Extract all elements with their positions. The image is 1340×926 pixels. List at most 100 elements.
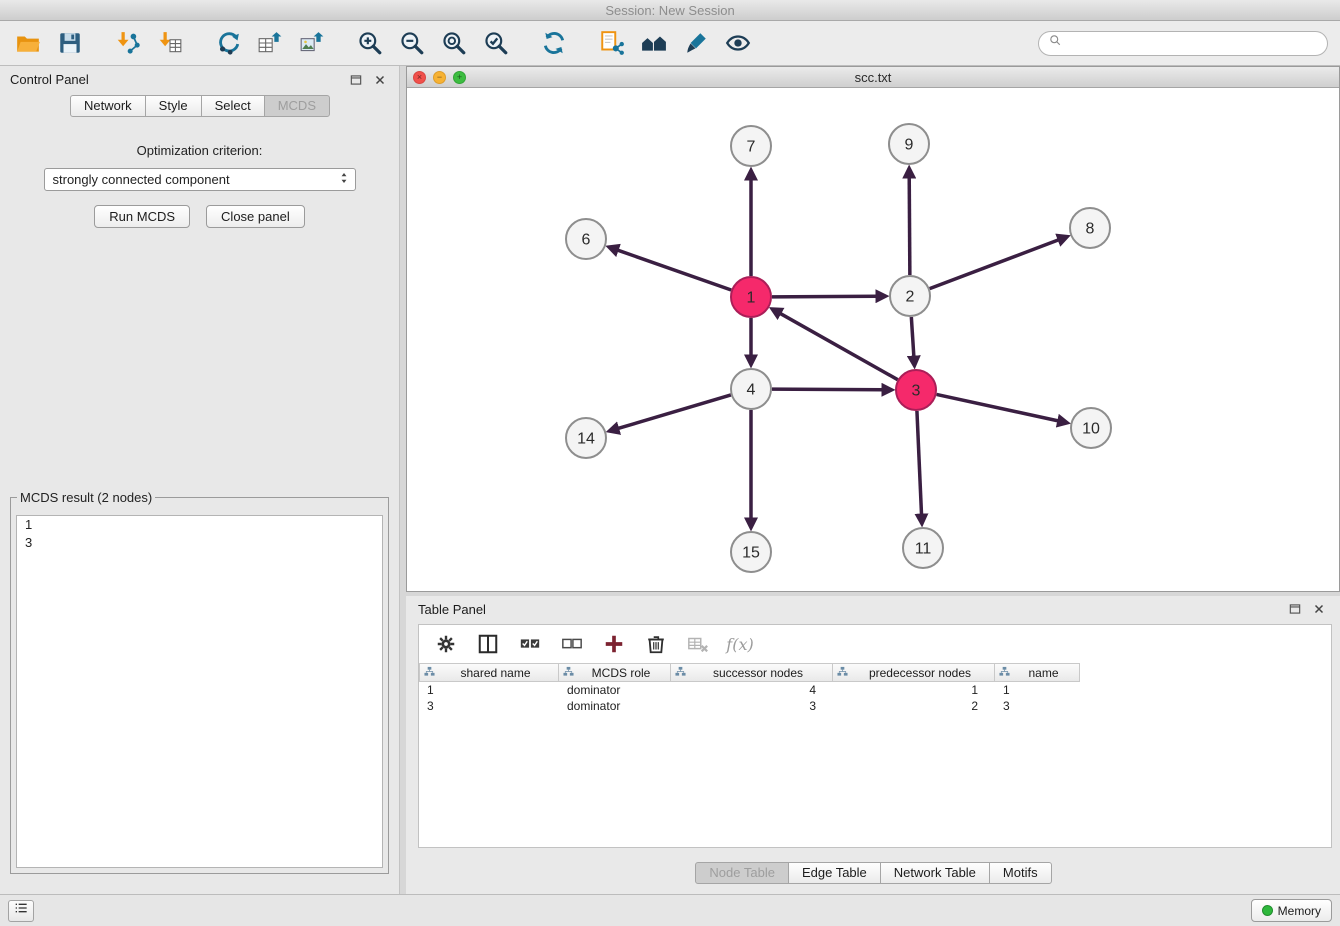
zoom-selected-button[interactable]	[480, 27, 512, 59]
graph-node-9[interactable]: 9	[889, 124, 929, 164]
delete-table-button	[685, 631, 711, 657]
import-network-button[interactable]	[112, 27, 144, 59]
apply-style-icon	[683, 30, 709, 56]
graph-node-7[interactable]: 7	[731, 126, 771, 166]
svg-text:11: 11	[915, 541, 932, 558]
zoom-out-icon	[399, 30, 425, 56]
delete-row-button[interactable]	[643, 631, 669, 657]
tab-network[interactable]: Network	[70, 95, 146, 117]
export-image-button[interactable]	[296, 27, 328, 59]
graph-node-14[interactable]: 14	[566, 418, 606, 458]
graph-node-1[interactable]: 1	[731, 277, 771, 317]
mcds-result-item[interactable]: 3	[17, 534, 382, 552]
column-header-label: shared name	[437, 666, 554, 680]
graph-node-4[interactable]: 4	[731, 369, 771, 409]
refresh-layout-button[interactable]	[538, 27, 570, 59]
graph-edge-3-11[interactable]	[917, 411, 922, 515]
close-table-panel-icon[interactable]	[1310, 600, 1328, 618]
float-panel-icon[interactable]	[347, 71, 365, 89]
graph-edge-2-8[interactable]	[930, 240, 1059, 289]
graph-node-8[interactable]: 8	[1070, 208, 1110, 248]
import-table-button[interactable]	[154, 27, 186, 59]
tab-motifs[interactable]: Motifs	[989, 862, 1052, 884]
network-canvas[interactable]: 7 9 6 8 1 2 3 4 14 10 15 11	[407, 88, 1339, 591]
graph-edge-1-6[interactable]	[617, 250, 731, 290]
main-toolbar-groups	[12, 27, 780, 59]
show-graphics-button[interactable]	[722, 27, 754, 59]
optimization-label: Optimization criterion:	[0, 143, 399, 158]
column-header-name[interactable]: name	[995, 663, 1080, 682]
minimize-window-icon[interactable]: −	[433, 71, 446, 84]
open-file-button[interactable]	[12, 27, 44, 59]
graph-edge-3-10[interactable]	[937, 394, 1059, 421]
graph-node-10[interactable]: 10	[1071, 408, 1111, 448]
graph-edge-2-3[interactable]	[911, 317, 914, 357]
mcds-result-list[interactable]: 13	[16, 515, 383, 868]
search-input[interactable]	[1067, 35, 1318, 52]
graph-edge-4-3[interactable]	[772, 389, 883, 390]
graph-edge-4-14[interactable]	[618, 395, 731, 429]
graph-edge-2-9[interactable]	[909, 177, 910, 275]
table-cell-name: 1	[995, 683, 1080, 697]
task-history-button[interactable]	[8, 900, 34, 922]
mcds-result-item[interactable]: 1	[17, 516, 382, 534]
select-all-button[interactable]	[517, 631, 543, 657]
column-header-predecessor-nodes[interactable]: predecessor nodes	[833, 663, 995, 682]
export-table-button[interactable]	[254, 27, 286, 59]
copy-style-button[interactable]	[596, 27, 628, 59]
apply-style-button[interactable]	[680, 27, 712, 59]
svg-text:3: 3	[912, 383, 921, 400]
show-columns-button[interactable]	[475, 631, 501, 657]
deselect-all-button[interactable]	[559, 631, 585, 657]
table-row[interactable]: 1dominator411	[419, 682, 1331, 698]
delete-row-icon	[645, 633, 667, 655]
home-button[interactable]	[638, 27, 670, 59]
column-header-mcds-role[interactable]: MCDS role	[559, 663, 671, 682]
run-mcds-button[interactable]: Run MCDS	[94, 205, 190, 228]
tab-edge-table[interactable]: Edge Table	[788, 862, 881, 884]
svg-text:15: 15	[742, 545, 760, 562]
save-session-icon	[57, 30, 83, 56]
select-all-icon	[519, 633, 541, 655]
graph-edge-1-2[interactable]	[772, 296, 877, 297]
graph-node-15[interactable]: 15	[731, 532, 771, 572]
tab-network-table[interactable]: Network Table	[880, 862, 990, 884]
criterion-select[interactable]: strongly connected component	[44, 168, 356, 191]
graph-node-2[interactable]: 2	[890, 276, 930, 316]
graph-edge-3-1[interactable]	[780, 313, 898, 379]
main-toolbar	[0, 21, 1340, 66]
table-panel: Table Panel f(x) shared nameMCDS rolesuc…	[406, 596, 1340, 894]
status-bar: Memory	[0, 894, 1340, 926]
close-panel-icon[interactable]	[371, 71, 389, 89]
zoom-in-button[interactable]	[354, 27, 386, 59]
sort-icon	[563, 666, 574, 680]
close-window-icon[interactable]: ×	[413, 71, 426, 84]
graph-node-6[interactable]: 6	[566, 219, 606, 259]
search-box[interactable]	[1038, 31, 1328, 56]
column-header-label: name	[1012, 666, 1075, 680]
graph-node-3[interactable]: 3	[896, 370, 936, 410]
tab-style[interactable]: Style	[145, 95, 202, 117]
tab-mcds[interactable]: MCDS	[264, 95, 330, 117]
table-panel-body: f(x) shared nameMCDS rolesuccessor nodes…	[418, 624, 1332, 848]
maximize-window-icon[interactable]: +	[453, 71, 466, 84]
column-header-shared-name[interactable]: shared name	[419, 663, 559, 682]
table-cell-shared-name: 1	[419, 683, 559, 697]
mcds-result-group: MCDS result (2 nodes) 13	[10, 490, 389, 874]
control-panel-title: Control Panel	[10, 72, 89, 87]
tab-select[interactable]: Select	[201, 95, 265, 117]
deselect-all-icon	[561, 633, 583, 655]
tab-node-table[interactable]: Node Table	[695, 862, 789, 884]
float-table-panel-icon[interactable]	[1286, 600, 1304, 618]
add-row-button[interactable]	[601, 631, 627, 657]
graph-node-11[interactable]: 11	[903, 528, 943, 568]
table-row[interactable]: 3dominator323	[419, 698, 1331, 714]
close-panel-button[interactable]: Close panel	[206, 205, 305, 228]
zoom-out-button[interactable]	[396, 27, 428, 59]
new-network-button[interactable]	[212, 27, 244, 59]
settings-button[interactable]	[433, 631, 459, 657]
memory-button[interactable]: Memory	[1251, 899, 1332, 922]
zoom-fit-button[interactable]	[438, 27, 470, 59]
save-session-button[interactable]	[54, 27, 86, 59]
column-header-successor-nodes[interactable]: successor nodes	[671, 663, 833, 682]
